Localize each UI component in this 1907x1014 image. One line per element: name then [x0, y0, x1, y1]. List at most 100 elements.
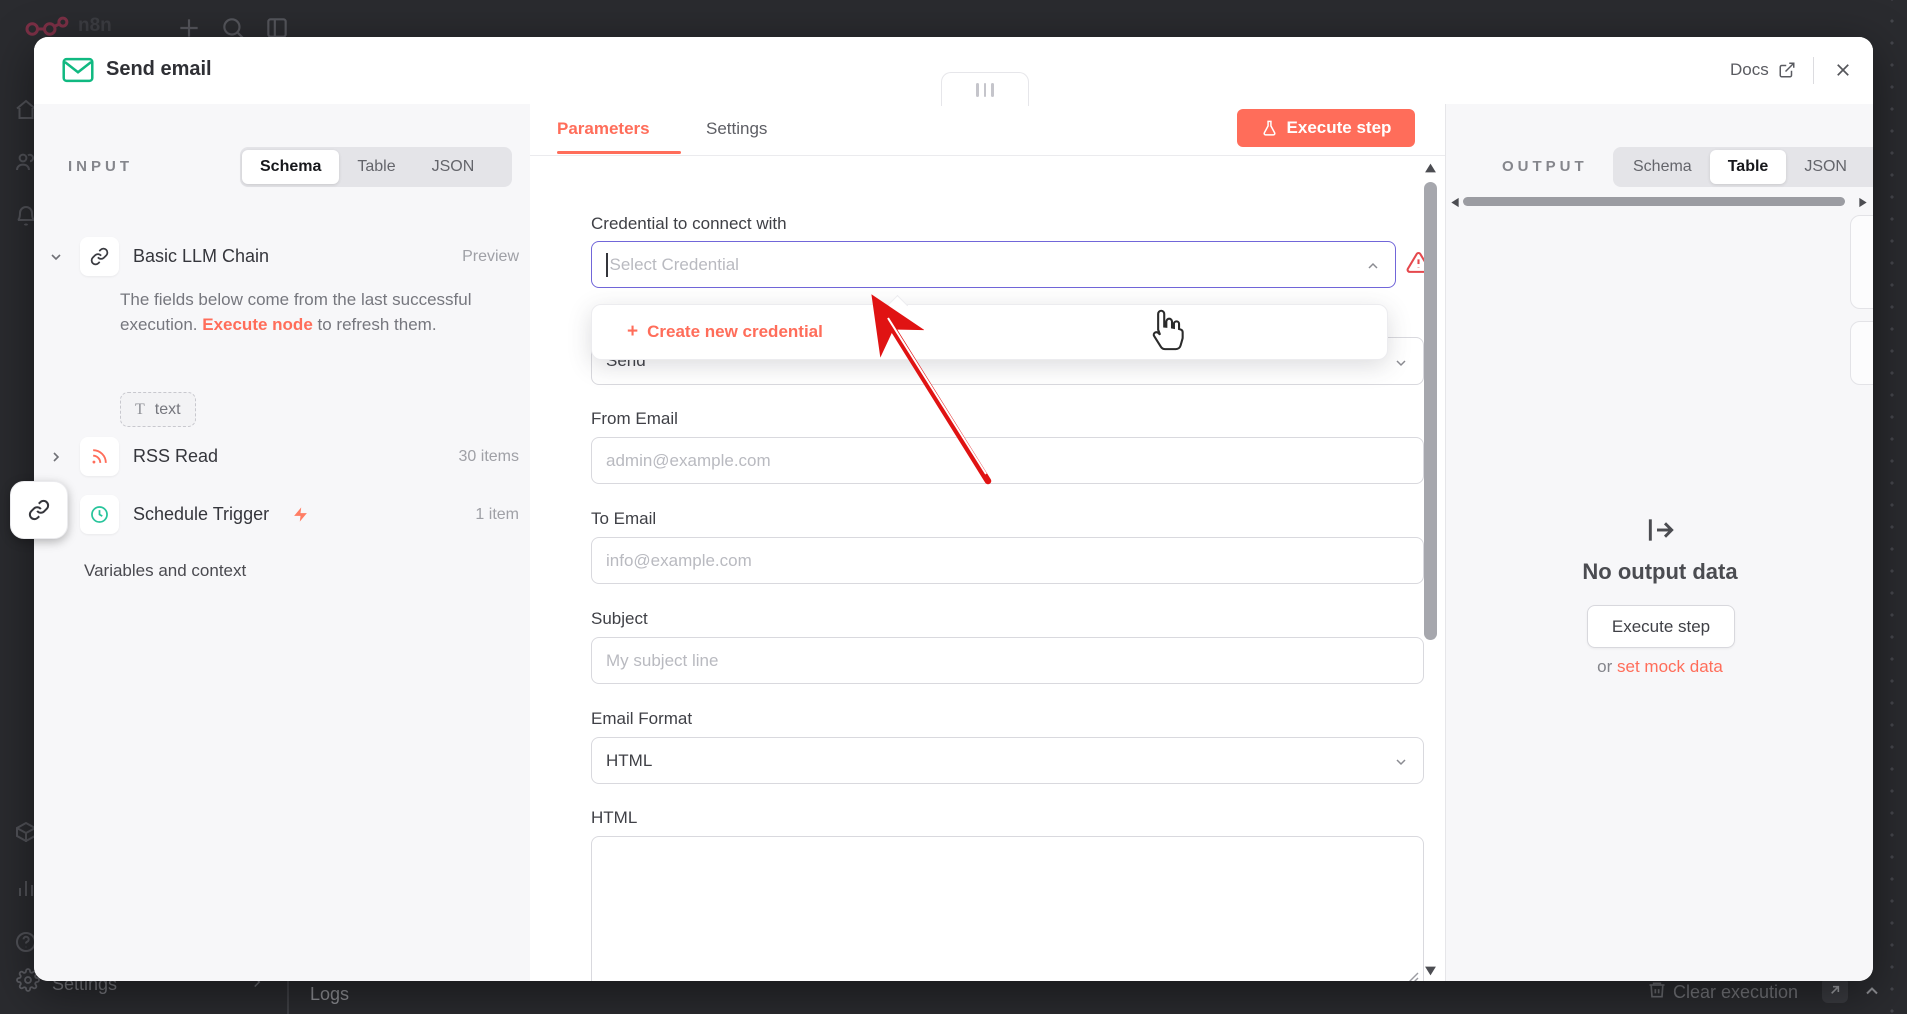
home-icon[interactable] [14, 98, 34, 122]
schema-field-pill[interactable]: T text [120, 392, 196, 427]
credential-placeholder: Select Credential [609, 254, 739, 274]
docs-link[interactable]: Docs [1730, 60, 1769, 80]
params-panel: Parameters Settings Execute step Credent… [530, 104, 1445, 981]
input-node-meta: 30 items [458, 448, 519, 465]
search-icon[interactable] [220, 13, 246, 37]
node-title[interactable]: Send email [106, 58, 212, 81]
clear-execution-button[interactable]: Clear execution [1673, 982, 1798, 1003]
from-email-input[interactable] [591, 437, 1424, 484]
tab-settings[interactable]: Settings [706, 119, 767, 139]
execute-node-link[interactable]: Execute node [202, 315, 313, 334]
input-node-meta: 1 item [475, 506, 519, 523]
from-email-label: From Email [591, 409, 678, 428]
popout-arrow-icon [1831, 985, 1840, 994]
app-topbar: n8n [0, 0, 1907, 37]
trash-icon [1649, 982, 1665, 998]
clock-icon [91, 506, 108, 523]
input-tab-table[interactable]: Table [339, 150, 413, 184]
add-icon[interactable] [176, 13, 202, 37]
chevron-down-icon [1396, 759, 1406, 766]
input-node-name[interactable]: RSS Read [133, 446, 218, 467]
create-credential-label: Create new credential [647, 322, 823, 341]
rss-icon [92, 449, 107, 464]
output-execute-step-button[interactable]: Execute step [1587, 605, 1735, 648]
email-format-label: Email Format [591, 709, 693, 728]
create-credential-option[interactable]: + Create new credential [592, 305, 1387, 359]
variables-context-link[interactable]: Variables and context [84, 561, 246, 581]
input-heading: INPUT [68, 158, 133, 175]
scroll-right-arrow[interactable] [1858, 197, 1868, 208]
chevron-up-icon[interactable] [1862, 981, 1882, 1001]
input-view-tabs: Schema Table JSON [240, 147, 512, 187]
input-panel: INPUT Schema Table JSON Basic LLM Chain … [34, 104, 531, 981]
refresh-notice: The fields below come from the last succ… [120, 287, 522, 337]
screen: n8n Settings Logs Clear execution Send e… [0, 0, 1907, 1014]
mock-data-line: or set mock data [1500, 657, 1820, 677]
chevron-down-icon [1396, 360, 1406, 367]
bell-icon[interactable] [14, 204, 34, 228]
node-icon-box [80, 237, 119, 276]
or-text: or [1597, 657, 1613, 676]
notice-text-post: to refresh them. [312, 315, 437, 334]
app-logo-text: n8n [78, 15, 112, 36]
chevron-up-icon[interactable] [1365, 258, 1381, 274]
output-tab-table[interactable]: Table [1709, 150, 1787, 184]
email-node-icon [62, 57, 94, 83]
output-panel: OUTPUT Schema Table JSON No output data … [1445, 104, 1873, 981]
set-mock-data-link[interactable]: set mock data [1617, 657, 1723, 676]
horizontal-scrollbar-thumb[interactable] [1463, 197, 1845, 206]
chevron-down-icon[interactable] [48, 249, 64, 265]
output-tab-schema[interactable]: Schema [1615, 150, 1710, 184]
scroll-up-arrow[interactable] [1424, 162, 1437, 174]
scroll-down-arrow[interactable] [1424, 965, 1437, 977]
chevron-right-icon[interactable] [48, 449, 64, 465]
resize-handle-icon[interactable] [1407, 972, 1419, 981]
node-icon-box [80, 495, 119, 534]
input-tab-json[interactable]: JSON [414, 150, 493, 184]
input-node-name[interactable]: Schedule Trigger [133, 504, 269, 525]
input-node-name[interactable]: Basic LLM Chain [133, 246, 269, 267]
vertical-scrollbar-thumb[interactable] [1424, 182, 1437, 640]
field-pill-label: text [154, 400, 181, 418]
credential-label: Credential to connect with [591, 214, 787, 233]
tab-parameters[interactable]: Parameters [557, 119, 650, 139]
subject-input[interactable] [591, 637, 1424, 684]
close-icon[interactable] [1834, 61, 1852, 79]
help-icon[interactable] [14, 930, 34, 954]
execute-step-button[interactable]: Execute step [1237, 109, 1415, 147]
header-divider [1813, 57, 1814, 84]
variables-panel-button[interactable] [10, 481, 68, 539]
input-tab-schema[interactable]: Schema [242, 150, 340, 184]
external-link-icon[interactable] [1778, 61, 1796, 79]
credential-dropdown: + Create new credential [591, 304, 1388, 360]
text-caret [606, 252, 608, 277]
active-tab-underline [557, 151, 681, 154]
credential-select[interactable]: Select Credential [591, 241, 1396, 288]
link-icon [90, 247, 109, 266]
table-cell-partial [1850, 321, 1873, 385]
bolt-icon [294, 507, 307, 522]
to-email-label: To Email [591, 509, 657, 528]
panel-drag-handle[interactable] [941, 72, 1029, 106]
link-icon [28, 499, 50, 521]
chart-icon[interactable] [14, 876, 34, 900]
cube-icon[interactable] [14, 820, 34, 844]
no-output-title: No output data [1582, 559, 1738, 584]
node-icon-box [80, 437, 119, 476]
logs-tab[interactable]: Logs [310, 984, 349, 1005]
output-arrow-icon [1648, 519, 1674, 541]
html-label: HTML [591, 808, 638, 827]
input-node-meta: Preview [462, 248, 519, 265]
html-textarea[interactable] [591, 836, 1424, 981]
layout-icon[interactable] [264, 13, 290, 37]
type-text-icon: T [135, 400, 145, 418]
n8n-logo-icon [25, 16, 69, 36]
to-email-input[interactable] [591, 537, 1424, 584]
bottom-divider [287, 981, 289, 1014]
output-tab-json[interactable]: JSON [1786, 150, 1865, 184]
scroll-left-arrow[interactable] [1450, 197, 1460, 208]
plus-icon: + [627, 321, 639, 342]
table-cell-partial [1850, 215, 1873, 309]
email-format-select[interactable]: HTML [591, 737, 1424, 784]
users-icon[interactable] [14, 150, 34, 174]
